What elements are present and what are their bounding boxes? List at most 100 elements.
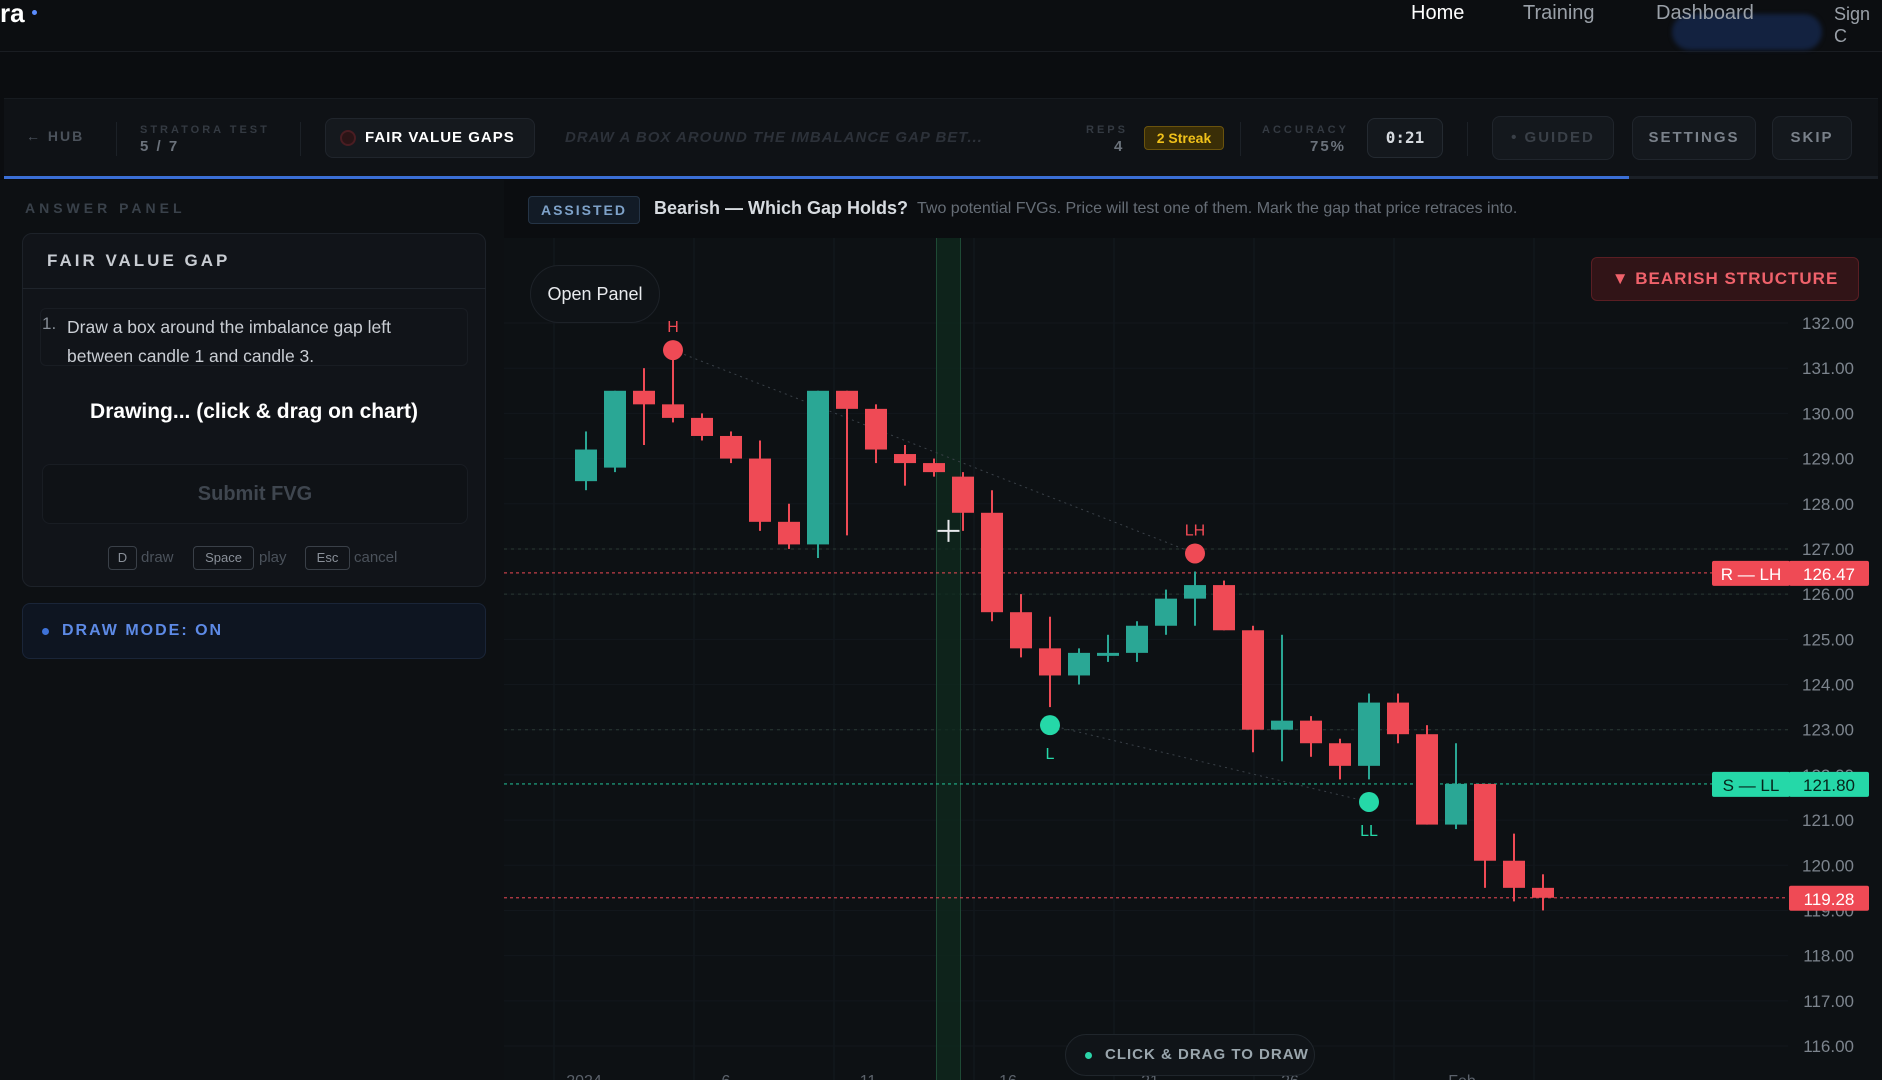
test-progress: 5 / 7 bbox=[140, 138, 180, 155]
x-tick-label: 2024 bbox=[566, 1073, 602, 1080]
session-progress-bar bbox=[4, 176, 1629, 179]
timer: 0:21 bbox=[1367, 118, 1443, 158]
y-tick-label: 123.00 bbox=[1802, 721, 1854, 740]
session-progress-track bbox=[1629, 176, 1878, 179]
step-text: Draw a box around the imbalance gap left… bbox=[67, 317, 391, 366]
y-tick-label: 130.00 bbox=[1802, 404, 1854, 423]
candle-body bbox=[923, 463, 945, 473]
chart-area[interactable]: 132.00 131.00 130.00 129.00 128.00 127.00 126.… bbox=[504, 238, 1882, 1080]
swing-marker-l bbox=[1040, 715, 1060, 736]
bearish-structure-badge: ▼ BEARISH STRUCTURE bbox=[1591, 257, 1859, 301]
candlestick-chart[interactable]: 132.00 131.00 130.00 129.00 128.00 127.00 126.… bbox=[504, 238, 1882, 1080]
assisted-badge: ASSISTED bbox=[528, 196, 640, 224]
submit-fvg-button[interactable]: Submit FVG bbox=[42, 464, 468, 524]
y-tick-label: 120.00 bbox=[1802, 856, 1854, 875]
y-tick-label: 128.00 bbox=[1802, 495, 1854, 514]
candle-body bbox=[1300, 720, 1322, 744]
click-drag-label: CLICK & DRAG TO DRAW bbox=[1105, 1046, 1309, 1063]
step-number: 1. bbox=[42, 314, 57, 333]
candle-body bbox=[575, 449, 597, 482]
level-tag-label: S — LL bbox=[1723, 776, 1780, 795]
x-tick-label: 6 bbox=[722, 1073, 731, 1080]
brand-logo[interactable]: ra bbox=[0, 0, 25, 26]
top-nav: ra Home Training Dashboard Sign C bbox=[0, 0, 1882, 52]
y-tick-label: 126.00 bbox=[1802, 585, 1854, 604]
candle-body bbox=[604, 390, 626, 468]
divider bbox=[116, 122, 117, 156]
nav-sign-in[interactable]: Sign C bbox=[1834, 3, 1882, 47]
candle-body bbox=[952, 476, 974, 513]
brand-dot-icon bbox=[32, 10, 37, 15]
y-tick-label: 121.00 bbox=[1802, 811, 1854, 830]
candle-body bbox=[836, 390, 858, 409]
nav-home[interactable]: Home bbox=[1411, 2, 1464, 24]
candle-body bbox=[894, 454, 916, 464]
draw-mode-dot-icon bbox=[42, 628, 49, 635]
level-tag-label: R — LH bbox=[1721, 565, 1781, 584]
settings-button[interactable]: SETTINGS bbox=[1632, 116, 1756, 160]
swing-label-h: H bbox=[667, 319, 679, 336]
candle-body bbox=[1126, 625, 1148, 653]
hint-dot-icon bbox=[1085, 1052, 1092, 1059]
skip-button[interactable]: SKIP bbox=[1772, 116, 1852, 160]
y-tick-label: 132.00 bbox=[1802, 314, 1854, 333]
answer-panel-title: ANSWER PANEL bbox=[25, 200, 186, 216]
candle-body bbox=[807, 390, 829, 545]
candle-body bbox=[1097, 652, 1119, 656]
prompt-preview: DRAW A BOX AROUND THE IMBALANCE GAP BET.… bbox=[565, 129, 983, 146]
candle-body bbox=[1039, 648, 1061, 676]
swing-marker-ll bbox=[1359, 791, 1379, 812]
candle-body bbox=[1387, 702, 1409, 735]
highlight-column bbox=[936, 238, 961, 1080]
x-tick-label: Feb bbox=[1448, 1073, 1476, 1080]
candle-body bbox=[1010, 612, 1032, 649]
y-tick-label: 131.00 bbox=[1802, 359, 1854, 378]
y-tick-label: 127.00 bbox=[1802, 540, 1854, 559]
open-panel-button[interactable]: Open Panel bbox=[530, 265, 660, 323]
divider bbox=[1240, 122, 1241, 156]
swing-label-l: L bbox=[1046, 746, 1055, 763]
x-tick-label: 16 bbox=[999, 1073, 1017, 1080]
kbd-draw-key: D bbox=[108, 546, 137, 570]
candle-body bbox=[1213, 585, 1235, 631]
candle-body bbox=[1155, 598, 1177, 626]
candle-body bbox=[1329, 743, 1351, 766]
candle-body bbox=[1503, 860, 1525, 888]
price-tag-label: 121.80 bbox=[1803, 776, 1855, 795]
candle-body bbox=[1416, 734, 1438, 825]
x-tick-label: 11 bbox=[860, 1073, 877, 1080]
kbd-cancel-label: cancel bbox=[354, 549, 398, 566]
streak-badge: 2 Streak bbox=[1144, 126, 1224, 150]
divider bbox=[300, 122, 301, 156]
nav-training[interactable]: Training bbox=[1523, 2, 1595, 24]
swing-label-ll: LL bbox=[1360, 823, 1378, 840]
structure-trend-line bbox=[672, 349, 1196, 554]
candle-body bbox=[720, 435, 742, 459]
candle-body bbox=[1068, 652, 1090, 676]
price-tag-label: 119.28 bbox=[1804, 890, 1855, 909]
topic-label: FAIR VALUE GAPS bbox=[365, 129, 515, 146]
reps-label: REPS bbox=[1086, 124, 1128, 136]
y-tick-label: 118.00 bbox=[1803, 947, 1854, 966]
app-root: ra Home Training Dashboard Sign C ← HUB … bbox=[0, 0, 1882, 1080]
divider bbox=[1467, 122, 1468, 156]
y-tick-label: 125.00 bbox=[1802, 630, 1854, 649]
nav-dashboard[interactable]: Dashboard bbox=[1656, 2, 1754, 24]
candle-body bbox=[1445, 783, 1467, 825]
candle-body bbox=[1358, 702, 1380, 766]
guided-button[interactable]: • GUIDED bbox=[1492, 116, 1614, 160]
kbd-draw-label: draw bbox=[141, 549, 174, 566]
draw-mode-label: DRAW MODE: ON bbox=[62, 622, 224, 639]
candle-body bbox=[778, 521, 800, 545]
candle-body bbox=[749, 458, 771, 522]
y-tick-label: 129.00 bbox=[1802, 450, 1854, 469]
fvg-card-title: FAIR VALUE GAP bbox=[47, 251, 231, 270]
kbd-cancel-key: Esc bbox=[305, 546, 350, 570]
kbd-play-key: Space bbox=[193, 546, 254, 570]
kbd-play-label: play bbox=[259, 549, 287, 566]
reps-value: 4 bbox=[1114, 138, 1125, 155]
hub-link[interactable]: ← HUB bbox=[26, 128, 84, 144]
test-label: STRATORA TEST bbox=[140, 124, 270, 136]
drawing-status: Drawing... (click & drag on chart) bbox=[90, 400, 418, 423]
candle-body bbox=[633, 390, 655, 405]
